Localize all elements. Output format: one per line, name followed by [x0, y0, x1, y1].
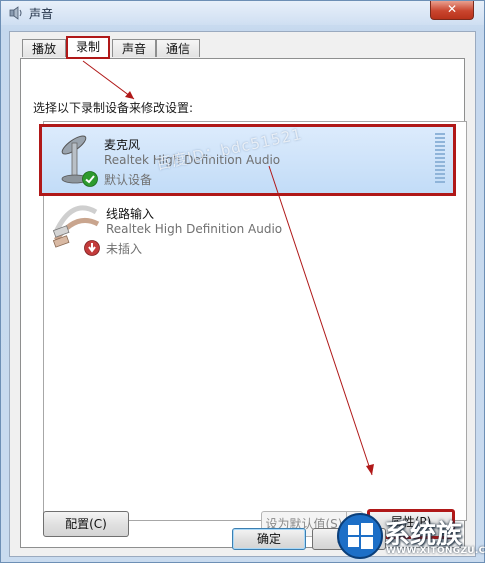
green-check-icon — [82, 171, 98, 187]
sound-dialog-window: 声音 ✕ 播放 录制 声音 通信 选择以下录制设备来修改设置: 麦克风 Real… — [0, 0, 485, 563]
device-status: 默认设备 — [104, 173, 153, 187]
instruction-text: 选择以下录制设备来修改设置: — [33, 101, 194, 115]
tab-recording[interactable]: 录制 — [66, 36, 110, 59]
ok-button[interactable]: 确定 — [232, 528, 306, 550]
device-item-line-in[interactable]: 线路输入 Realtek High Definition Audio 未插入 — [44, 196, 466, 268]
dialog-client-area: 播放 录制 声音 通信 选择以下录制设备来修改设置: 麦克风 Realtek H… — [9, 31, 476, 557]
windows-logo-icon — [337, 513, 383, 559]
recording-device-list[interactable]: 麦克风 Realtek High Definition Audio 默认设备 线… — [39, 121, 467, 521]
red-down-arrow-icon — [84, 240, 100, 256]
device-name: 麦克风 — [104, 138, 141, 152]
recording-panel: 选择以下录制设备来修改设置: 麦克风 Realtek High Definiti… — [20, 58, 467, 548]
tab-playback[interactable]: 播放 — [22, 39, 66, 57]
logo-url: WWW.XITONGZU.COM — [386, 546, 485, 556]
window-title: 声音 — [29, 7, 54, 21]
title-bar[interactable]: 声音 ✕ — [1, 1, 484, 25]
site-logo: 系统族 WWW.XITONGZU.COM — [336, 508, 485, 563]
level-meter — [435, 133, 445, 185]
configure-button[interactable]: 配置(C) — [43, 511, 129, 537]
close-icon: ✕ — [446, 2, 458, 16]
close-button[interactable]: ✕ — [430, 1, 474, 20]
device-status: 未插入 — [106, 242, 143, 256]
device-driver: Realtek High Definition Audio — [106, 222, 283, 236]
tab-sounds[interactable]: 声音 — [112, 39, 156, 57]
device-name: 线路输入 — [106, 207, 155, 221]
tab-communications[interactable]: 通信 — [156, 39, 200, 57]
speaker-icon — [9, 6, 22, 20]
